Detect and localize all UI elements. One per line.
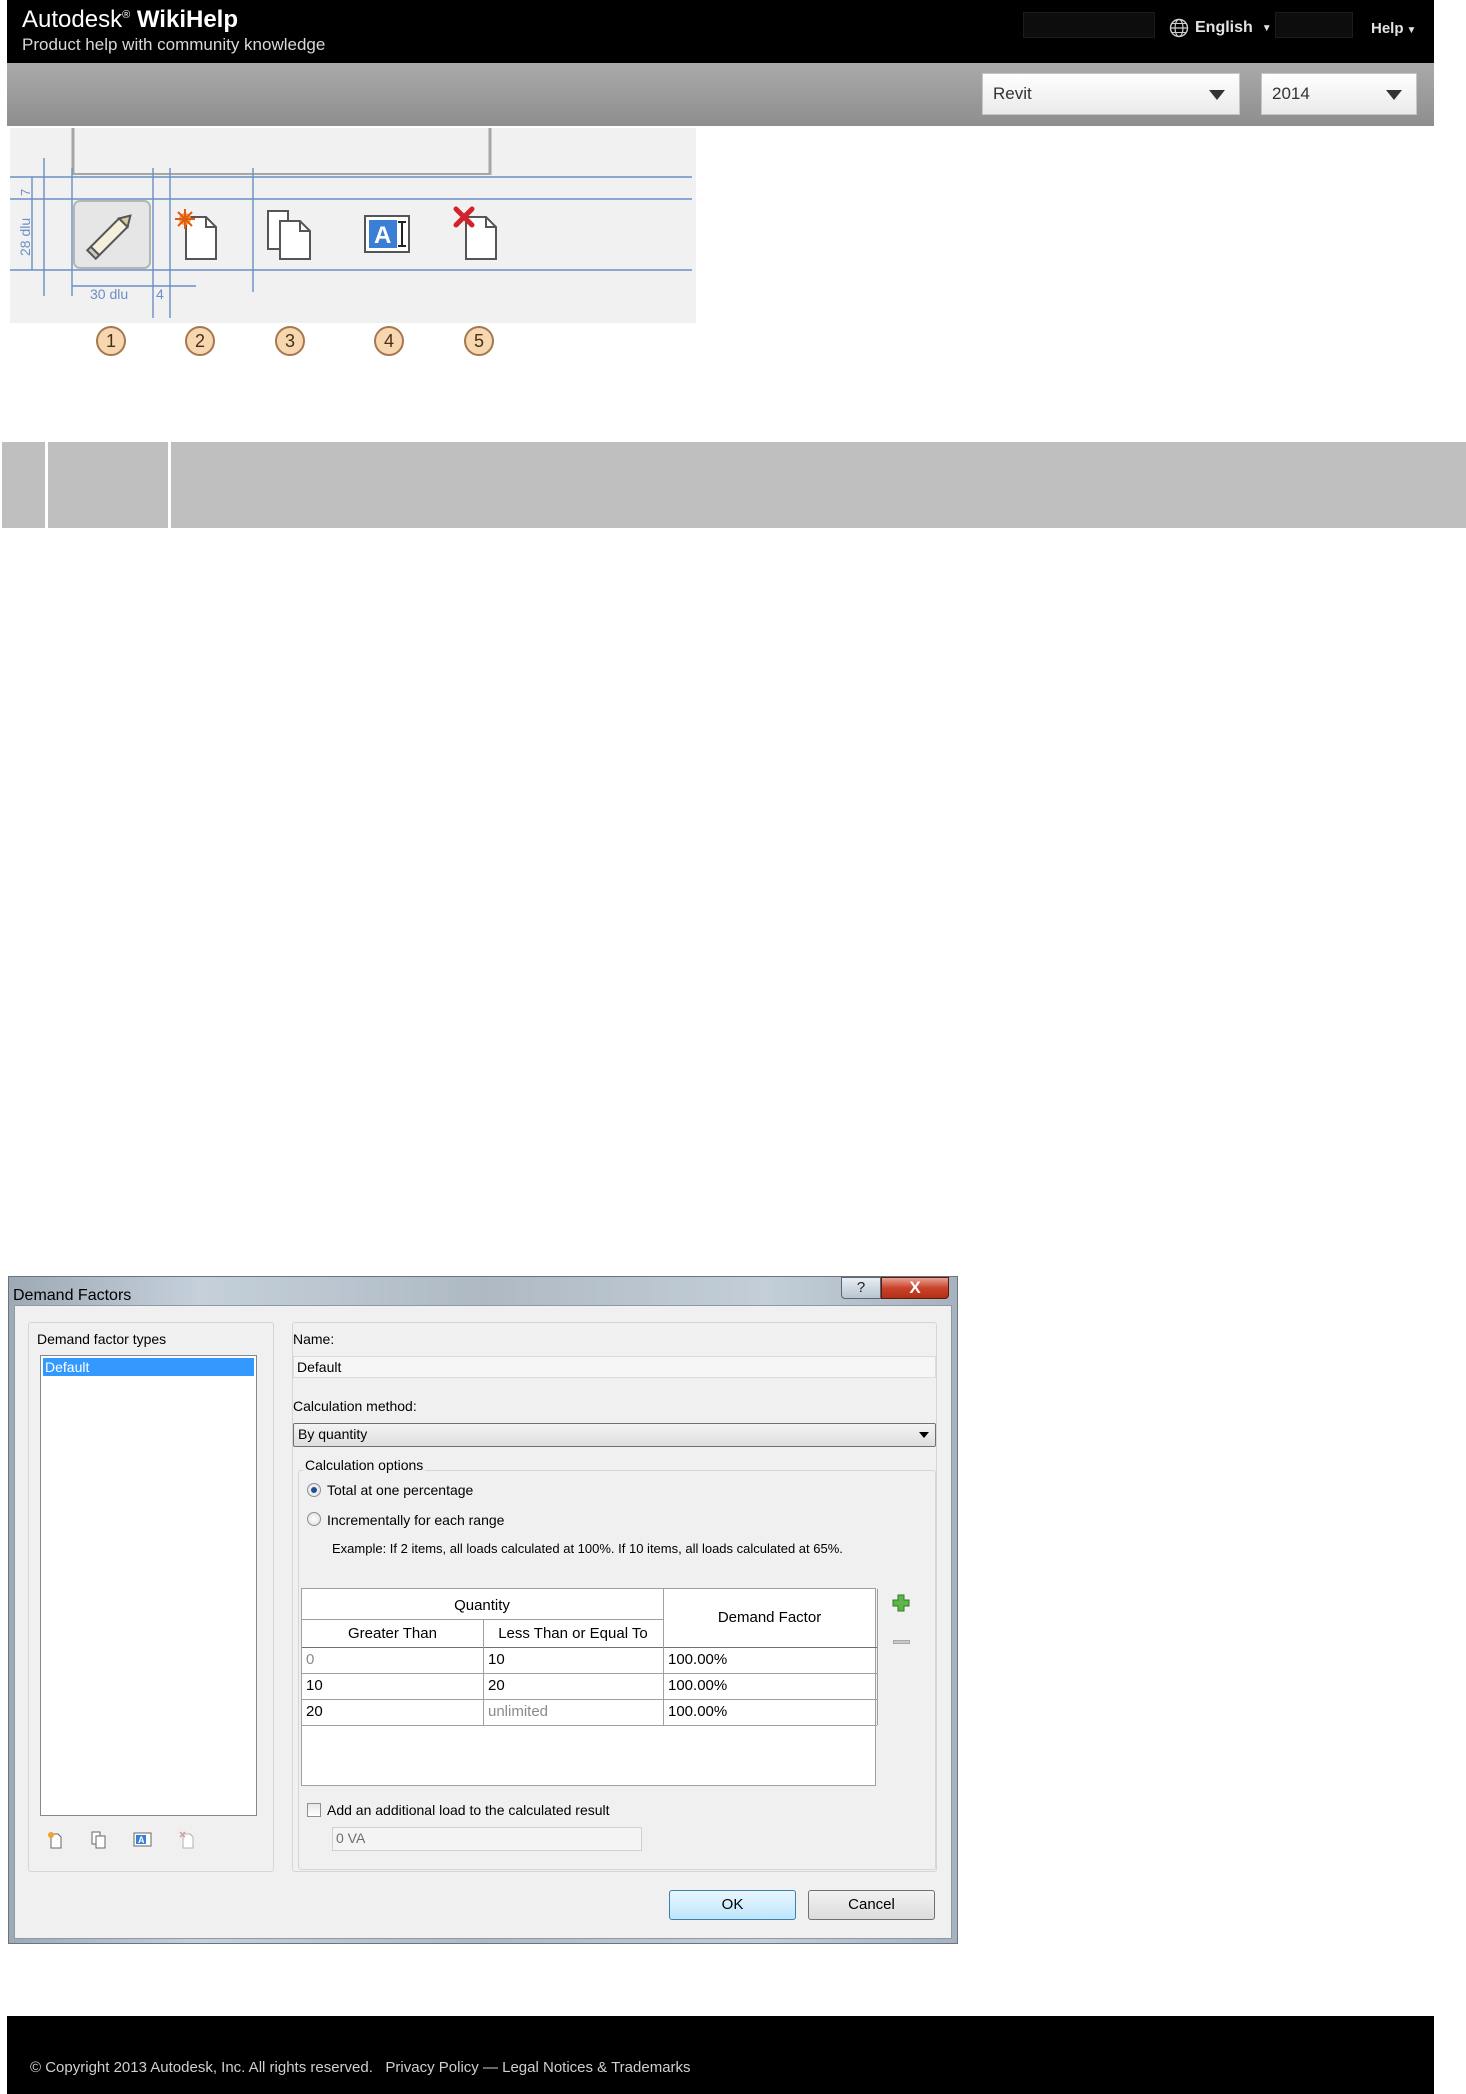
list-item[interactable]: Default [43, 1358, 254, 1376]
additional-load-checkbox[interactable] [307, 1803, 321, 1817]
tagline: Product help with community knowledge [22, 35, 326, 54]
language-selector[interactable]: English ▼ [1169, 18, 1272, 38]
version-select-value: 2014 [1272, 84, 1310, 103]
footer-separator: — [482, 2059, 498, 2076]
incremental-label: Incrementally for each range [327, 1512, 505, 1528]
svg-text:A: A [374, 222, 391, 249]
table-row-0-greater[interactable]: 0 [302, 1648, 483, 1672]
table-row-2-less[interactable]: unlimited [484, 1700, 663, 1724]
table-row-0-factor[interactable]: 100.00% [664, 1648, 876, 1672]
svg-text:A: A [138, 1835, 145, 1845]
dim-gap-label: 4 [156, 286, 164, 302]
types-label: Demand factor types [37, 1331, 167, 1347]
table-row-1-less[interactable]: 20 [484, 1674, 663, 1698]
options-label: Calculation options [303, 1457, 426, 1473]
brand-name: WikiHelp [136, 6, 238, 33]
table-row-2-factor[interactable]: 100.00% [664, 1700, 876, 1724]
copyright-text: © Copyright 2013 Autodesk, Inc. All righ… [30, 2059, 373, 2076]
rename-text-icon: A [364, 215, 410, 253]
legal-notices-link[interactable]: Legal Notices & Trademarks [502, 2059, 690, 2076]
new-type-icon[interactable] [46, 1830, 64, 1850]
header-blank-slot [1023, 12, 1155, 38]
new-document-icon [175, 209, 217, 260]
additional-load-field[interactable]: 0 VA [332, 1827, 642, 1851]
method-value: By quantity [298, 1426, 368, 1442]
table-row-0-less[interactable]: 10 [484, 1648, 663, 1672]
version-select[interactable]: 2014 [1261, 73, 1417, 115]
less-than-header: Less Than or Equal To [498, 1625, 648, 1642]
help-label: Help [1371, 20, 1404, 37]
page-footer: © Copyright 2013 Autodesk, Inc. All righ… [7, 2016, 1434, 2094]
demand-factor-grid[interactable]: Quantity Greater Than Less Than or Equal… [301, 1588, 878, 1786]
add-row-icon[interactable] [892, 1594, 910, 1612]
pencil-edit-icon [73, 200, 151, 269]
table-row-2-greater[interactable]: 20 [302, 1700, 483, 1724]
footer-text: © Copyright 2013 Autodesk, Inc. All righ… [30, 2059, 691, 2076]
brand-prefix: Autodesk [22, 6, 123, 33]
table-row-1-greater[interactable]: 10 [302, 1674, 483, 1698]
delete-document-icon [453, 206, 497, 260]
total-percentage-radio[interactable] [307, 1483, 321, 1497]
total-percentage-label: Total at one percentage [327, 1482, 474, 1498]
product-bar: Revit 2014 [7, 63, 1434, 126]
table-header-cell [2, 442, 48, 528]
product-select[interactable]: Revit [982, 73, 1240, 115]
name-field[interactable]: Default [293, 1356, 936, 1378]
example-text: Example: If 2 items, all loads calculate… [332, 1541, 843, 1556]
callout-4: 4 [374, 326, 404, 356]
dim-top-label: 7 [18, 189, 33, 196]
registered-mark: ® [122, 9, 131, 21]
caret-down-icon [1386, 90, 1402, 100]
top-header-bar: Autodesk® WikiHelp Product help with com… [7, 0, 1434, 63]
toolbar-spacing-diagram: 7 28 dlu 30 dlu 4 A 1 2 3 4 5 [10, 128, 696, 360]
globe-icon [1169, 18, 1189, 38]
grid-line [877, 1589, 878, 1725]
wikihelp-logo[interactable]: Autodesk® WikiHelp [22, 6, 238, 34]
table-header-row [2, 442, 1466, 528]
callout-2: 2 [185, 326, 215, 356]
callout-3: 3 [275, 326, 305, 356]
table-header-cell [51, 442, 171, 528]
chevron-down-icon: ▼ [1406, 25, 1417, 36]
caret-down-icon [1209, 90, 1225, 100]
dim-height-label: 28 dlu [17, 218, 33, 256]
dialog-title: Demand Factors [13, 1287, 132, 1304]
help-menu[interactable]: Help ▼ [1371, 20, 1416, 37]
caret-down-icon [919, 1432, 929, 1438]
name-label: Name: [293, 1331, 335, 1347]
header-blank-slot [1275, 12, 1353, 38]
dim-width-label: 30 dlu [90, 286, 128, 302]
dialog-close-button[interactable]: X [881, 1277, 949, 1299]
delete-type-icon[interactable] [178, 1830, 196, 1850]
greater-than-header: Greater Than [348, 1625, 437, 1642]
table-row-1-factor[interactable]: 100.00% [664, 1674, 876, 1698]
cancel-button[interactable]: Cancel [808, 1890, 935, 1920]
grid-line [302, 1725, 877, 1726]
language-label: English [1195, 19, 1253, 36]
additional-load-label: Add an additional load to the calculated… [327, 1802, 610, 1818]
incremental-radio[interactable] [307, 1512, 321, 1526]
duplicate-type-icon[interactable] [90, 1830, 108, 1850]
chevron-down-icon: ▼ [1261, 22, 1272, 34]
method-label: Calculation method: [293, 1398, 417, 1414]
duplicate-document-icon [267, 210, 311, 260]
ok-button[interactable]: OK [669, 1890, 796, 1920]
callout-5: 5 [464, 326, 494, 356]
dialog-help-button[interactable]: ? [841, 1277, 881, 1299]
demand-factor-header: Demand Factor [717, 1609, 822, 1626]
product-select-value: Revit [993, 84, 1032, 103]
quantity-group-header: Quantity [454, 1597, 510, 1614]
method-dropdown[interactable]: By quantity [293, 1423, 936, 1447]
types-listbox[interactable]: Default [40, 1355, 257, 1816]
callout-1: 1 [96, 326, 126, 356]
remove-row-icon[interactable] [893, 1640, 910, 1644]
rename-type-icon[interactable]: A [133, 1831, 153, 1849]
privacy-policy-link[interactable]: Privacy Policy [385, 2059, 478, 2076]
